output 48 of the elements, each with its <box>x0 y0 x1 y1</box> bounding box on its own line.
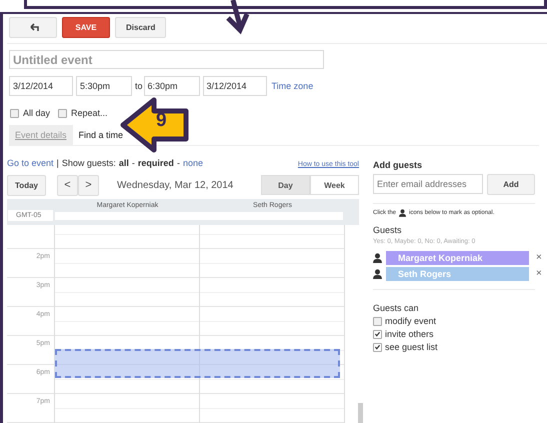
email-field[interactable]: Enter email addresses <box>373 174 483 194</box>
guests-heading: Guests <box>373 225 403 235</box>
view-button[interactable]: Week <box>310 175 359 195</box>
guest-filter-link[interactable]: all <box>118 158 129 168</box>
next-button[interactable]: > <box>78 174 99 196</box>
remove-guest-button[interactable]: × <box>536 253 542 263</box>
add-button[interactable]: Add <box>487 174 535 195</box>
go-to-event-link[interactable]: Go to event <box>7 158 54 168</box>
date-time-field[interactable]: 3/12/2014 <box>9 76 73 96</box>
selected-time-block[interactable] <box>55 349 340 378</box>
date-time-field[interactable]: 3/12/2014 <box>202 76 267 96</box>
checkbox[interactable] <box>10 108 19 118</box>
discard-button[interactable]: Discard <box>115 16 166 38</box>
person-icon <box>373 269 382 279</box>
callout-arrow <box>120 98 188 152</box>
guests-can-heading: Guests can <box>373 303 420 313</box>
divider-text: | <box>56 158 59 168</box>
guest-filter-link[interactable]: required <box>138 158 174 168</box>
checkbox[interactable] <box>373 316 382 326</box>
remove-guest-button[interactable]: × <box>536 269 542 279</box>
show-guests-label: Show guests: <box>62 158 116 168</box>
scrollbar[interactable] <box>358 403 363 423</box>
back-button[interactable] <box>9 16 57 38</box>
date-time-field[interactable]: 6:30pm <box>144 76 200 96</box>
checkbox-label: Repeat... <box>71 108 108 118</box>
person-icon <box>399 209 406 217</box>
time-zone-link[interactable]: Time zone <box>272 81 314 91</box>
separator-text: - <box>132 158 135 168</box>
permission-label: invite others <box>385 329 434 339</box>
view-button[interactable]: Day <box>261 175 310 195</box>
checkbox[interactable] <box>373 342 382 352</box>
guest-filter-link[interactable]: none <box>182 158 203 168</box>
separator-text: - <box>176 158 180 168</box>
today-button[interactable]: Today <box>7 174 46 196</box>
checkbox-label: All day <box>23 108 50 118</box>
event-title-field[interactable]: Untitled event <box>9 50 324 69</box>
permission-label: see guest list <box>385 342 438 352</box>
date-time-field[interactable]: 5:30pm <box>76 76 132 96</box>
add-guests-heading: Add guests <box>373 160 424 170</box>
person-icon <box>373 253 382 263</box>
date-label: Wednesday, Mar 12, 2014 <box>117 180 234 190</box>
step-number: 9 <box>156 110 167 132</box>
checkbox[interactable] <box>58 108 68 118</box>
checkbox[interactable] <box>373 330 382 338</box>
save-button[interactable]: SAVE <box>62 16 110 38</box>
permission-label: modify event <box>385 316 436 326</box>
previous-button[interactable]: < <box>57 174 78 196</box>
to-label: to <box>135 81 143 91</box>
